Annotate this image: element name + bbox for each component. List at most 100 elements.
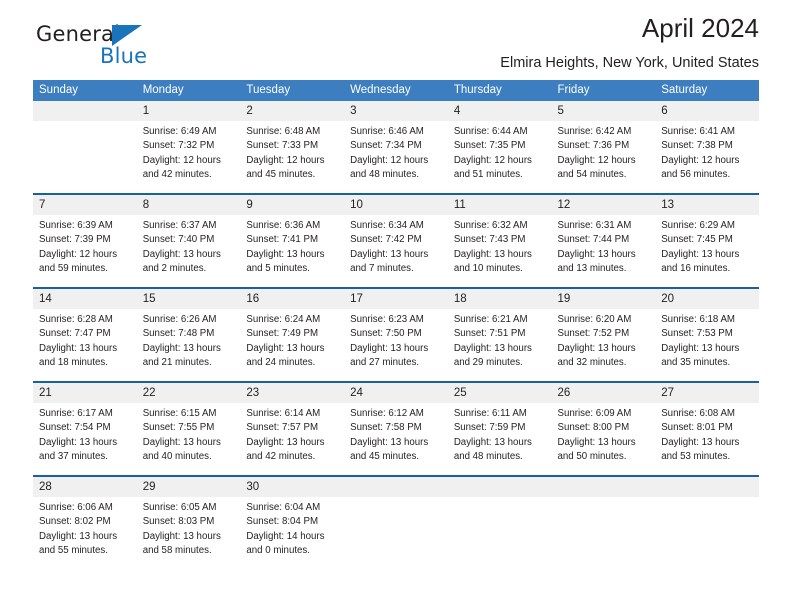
day-cell[interactable]: Sunrise: 6:09 AM Sunset: 8:00 PM Daylight:… <box>551 403 656 475</box>
day-cell[interactable]: Sunrise: 6:49 AM Sunset: 7:32 PM Daylight:… <box>136 121 241 193</box>
day-number[interactable]: 23 <box>240 383 345 403</box>
sunset-text: Sunset: 7:36 PM <box>557 140 630 152</box>
day-number[interactable]: 10 <box>344 195 448 215</box>
day-number[interactable]: 16 <box>240 289 345 309</box>
sunrise-text: Sunrise: 6:12 AM <box>350 408 424 419</box>
sunrise-text: Sunrise: 6:29 AM <box>661 220 735 231</box>
day-cell[interactable]: Sunrise: 6:05 AM Sunset: 8:03 PM Daylight:… <box>136 497 241 569</box>
daylight-text: Daylight: 13 hours <box>661 342 740 354</box>
day-number[interactable]: 12 <box>551 195 656 215</box>
day-number[interactable]: 30 <box>240 477 345 497</box>
day-cell[interactable]: Sunrise: 6:29 AM Sunset: 7:45 PM Daylight:… <box>655 215 759 287</box>
day-cell[interactable]: Sunrise: 6:04 AM Sunset: 8:04 PM Daylight:… <box>240 497 345 569</box>
sunrise-text: Sunrise: 6:36 AM <box>246 220 321 231</box>
day-cell[interactable]: Sunrise: 6:17 AM Sunset: 7:54 PM Daylight:… <box>33 403 137 475</box>
daylight-text: and 48 minutes. <box>350 168 420 180</box>
logo-text-blue: Blue <box>100 44 148 68</box>
daylight-text: Daylight: 13 hours <box>557 342 636 354</box>
day-detail-row: Sunrise: 6:39 AM Sunset: 7:39 PM Daylight:… <box>33 215 759 287</box>
day-cell[interactable]: Sunrise: 6:28 AM Sunset: 7:47 PM Daylight:… <box>33 309 137 381</box>
day-cell[interactable]: Sunrise: 6:48 AM Sunset: 7:33 PM Daylight:… <box>240 121 345 193</box>
daylight-text: Daylight: 12 hours <box>350 154 429 166</box>
sunset-text: Sunset: 7:51 PM <box>453 328 526 340</box>
day-number[interactable]: 11 <box>447 195 552 215</box>
day-number[interactable]: 21 <box>33 383 137 403</box>
day-number[interactable]: 20 <box>655 289 759 309</box>
sunset-text: Sunset: 7:58 PM <box>350 422 422 434</box>
day-number[interactable]: 8 <box>136 195 241 215</box>
day-number[interactable]: 22 <box>136 383 241 403</box>
day-number[interactable]: 1 <box>136 101 241 121</box>
day-cell[interactable]: Sunrise: 6:26 AM Sunset: 7:48 PM Daylight:… <box>136 309 241 381</box>
day-cell[interactable]: Sunrise: 6:37 AM Sunset: 7:40 PM Daylight:… <box>136 215 241 287</box>
sunrise-text: Sunrise: 6:49 AM <box>142 126 217 137</box>
daylight-text: Daylight: 13 hours <box>557 248 636 260</box>
sunset-text: Sunset: 7:47 PM <box>39 328 111 340</box>
weekday-header-monday: Monday <box>136 80 241 101</box>
day-number[interactable]: 29 <box>136 477 241 497</box>
daylight-text: and 42 minutes. <box>142 168 212 180</box>
day-cell[interactable]: Sunrise: 6:31 AM Sunset: 7:44 PM Daylight:… <box>551 215 656 287</box>
sunrise-text: Sunrise: 6:21 AM <box>453 314 528 325</box>
sunrise-text: Sunrise: 6:06 AM <box>39 502 113 513</box>
daylight-text: Daylight: 13 hours <box>246 436 325 448</box>
day-number[interactable]: 4 <box>447 101 552 121</box>
sunrise-text: Sunrise: 6:44 AM <box>453 126 528 137</box>
weekday-header-tuesday: Tuesday <box>240 80 345 101</box>
day-number[interactable]: 26 <box>551 383 656 403</box>
weekday-header-sunday: Sunday <box>33 80 137 101</box>
day-number[interactable]: 7 <box>33 195 137 215</box>
day-number[interactable]: 14 <box>33 289 137 309</box>
day-cell[interactable]: Sunrise: 6:12 AM Sunset: 7:58 PM Daylight:… <box>344 403 448 475</box>
sunset-text: Sunset: 7:52 PM <box>557 328 630 340</box>
day-cell[interactable]: Sunrise: 6:32 AM Sunset: 7:43 PM Daylight:… <box>447 215 552 287</box>
title-block: April 2024 Elmira Heights, New York, Uni… <box>500 14 759 71</box>
day-cell[interactable]: Sunrise: 6:24 AM Sunset: 7:49 PM Daylight:… <box>240 309 345 381</box>
day-number[interactable]: 27 <box>655 383 759 403</box>
daylight-text: Daylight: 12 hours <box>246 154 325 166</box>
day-number[interactable]: 3 <box>344 101 448 121</box>
day-number <box>344 477 448 497</box>
day-cell[interactable]: Sunrise: 6:21 AM Sunset: 7:51 PM Daylight:… <box>447 309 552 381</box>
day-cell[interactable]: Sunrise: 6:20 AM Sunset: 7:52 PM Daylight:… <box>551 309 656 381</box>
daylight-text: Daylight: 13 hours <box>661 436 740 448</box>
day-number[interactable]: 6 <box>655 101 759 121</box>
sunset-text: Sunset: 7:59 PM <box>453 422 526 434</box>
day-cell[interactable]: Sunrise: 6:18 AM Sunset: 7:53 PM Daylight:… <box>655 309 759 381</box>
day-cell[interactable]: Sunrise: 6:08 AM Sunset: 8:01 PM Daylight:… <box>655 403 759 475</box>
day-cell[interactable]: Sunrise: 6:46 AM Sunset: 7:34 PM Daylight:… <box>344 121 448 193</box>
daylight-text: and 16 minutes. <box>661 262 731 274</box>
day-number[interactable]: 9 <box>240 195 345 215</box>
day-number[interactable]: 19 <box>551 289 656 309</box>
day-cell[interactable]: Sunrise: 6:11 AM Sunset: 7:59 PM Daylight:… <box>447 403 552 475</box>
sunset-text: Sunset: 7:55 PM <box>142 422 215 434</box>
logo-triangle-icon <box>112 25 142 46</box>
day-cell[interactable]: Sunrise: 6:44 AM Sunset: 7:35 PM Daylight:… <box>447 121 552 193</box>
sunrise-text: Sunrise: 6:17 AM <box>39 408 113 419</box>
day-number[interactable]: 15 <box>136 289 241 309</box>
day-number[interactable]: 28 <box>33 477 137 497</box>
day-cell[interactable]: Sunrise: 6:15 AM Sunset: 7:55 PM Daylight:… <box>136 403 241 475</box>
day-cell[interactable]: Sunrise: 6:23 AM Sunset: 7:50 PM Daylight:… <box>344 309 448 381</box>
day-cell[interactable]: Sunrise: 6:14 AM Sunset: 7:57 PM Daylight:… <box>240 403 345 475</box>
day-number[interactable]: 25 <box>447 383 552 403</box>
day-number[interactable]: 2 <box>240 101 345 121</box>
day-cell[interactable]: Sunrise: 6:34 AM Sunset: 7:42 PM Daylight:… <box>344 215 448 287</box>
sunrise-text: Sunrise: 6:20 AM <box>557 314 632 325</box>
daylight-text: and 42 minutes. <box>246 450 316 462</box>
sunrise-text: Sunrise: 6:11 AM <box>453 408 527 419</box>
day-number[interactable]: 17 <box>344 289 448 309</box>
sunrise-text: Sunrise: 6:31 AM <box>557 220 632 231</box>
day-number[interactable]: 5 <box>551 101 656 121</box>
day-number[interactable]: 13 <box>655 195 759 215</box>
day-number[interactable]: 24 <box>344 383 448 403</box>
day-cell[interactable]: Sunrise: 6:41 AM Sunset: 7:38 PM Daylight:… <box>655 121 759 193</box>
daylight-text: Daylight: 12 hours <box>453 154 532 166</box>
day-cell[interactable]: Sunrise: 6:39 AM Sunset: 7:39 PM Daylight:… <box>33 215 137 287</box>
day-number[interactable]: 18 <box>447 289 552 309</box>
day-cell <box>344 497 448 569</box>
day-cell[interactable]: Sunrise: 6:36 AM Sunset: 7:41 PM Daylight:… <box>240 215 345 287</box>
day-cell[interactable]: Sunrise: 6:06 AM Sunset: 8:02 PM Daylight:… <box>33 497 137 569</box>
daylight-text: Daylight: 13 hours <box>453 248 532 260</box>
day-cell[interactable]: Sunrise: 6:42 AM Sunset: 7:36 PM Daylight:… <box>551 121 656 193</box>
